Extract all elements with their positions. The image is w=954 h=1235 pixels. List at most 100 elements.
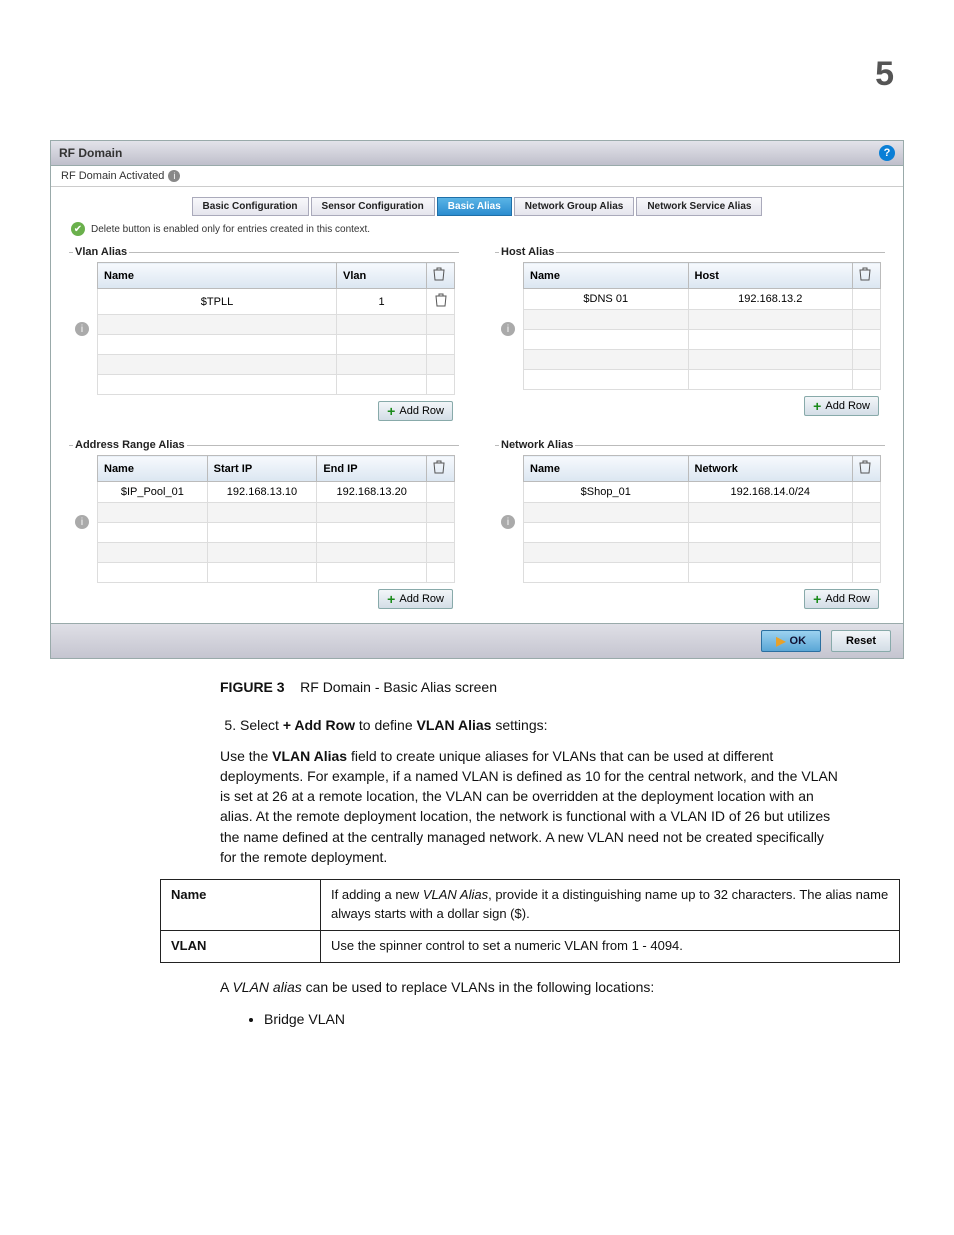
cell-start-ip: 192.168.13.10: [207, 482, 317, 503]
table-row: [98, 375, 455, 395]
table-row: [524, 310, 881, 330]
add-row-button[interactable]: +Add Row: [804, 589, 879, 609]
info-icon[interactable]: i: [75, 515, 89, 529]
tab-basic-configuration[interactable]: Basic Configuration: [192, 197, 309, 216]
add-row-label: Add Row: [825, 400, 870, 412]
table-row: [524, 350, 881, 370]
table-row: [98, 355, 455, 375]
page-number: 5: [875, 55, 894, 94]
col-network[interactable]: Network: [688, 456, 853, 482]
table-row: [524, 503, 881, 523]
col-end-ip[interactable]: End IP: [317, 456, 427, 482]
col-name[interactable]: Name: [98, 456, 208, 482]
ok-button[interactable]: ▶OK: [761, 630, 821, 652]
t: + Add Row: [283, 717, 355, 733]
add-row-button[interactable]: + Add Row: [378, 401, 453, 421]
table-row: [98, 563, 455, 583]
cell-host: 192.168.13.2: [688, 289, 853, 310]
figure-caption-text: RF Domain - Basic Alias screen: [300, 679, 497, 695]
figure-label: FIGURE 3: [220, 679, 285, 695]
col-start-ip[interactable]: Start IP: [207, 456, 317, 482]
reset-button[interactable]: Reset: [831, 630, 891, 652]
app-footer: ▶OK Reset: [51, 623, 903, 658]
fielddef-desc: If adding a new VLAN Alias, provide it a…: [321, 880, 900, 931]
table-row[interactable]: $IP_Pool_01 192.168.13.10 192.168.13.20: [98, 482, 455, 503]
table-row: [98, 503, 455, 523]
col-delete: [427, 456, 455, 482]
delete-note-text: Delete button is enabled only for entrie…: [91, 224, 370, 235]
info-icon[interactable]: i: [501, 322, 515, 336]
tab-network-service-alias[interactable]: Network Service Alias: [636, 197, 762, 216]
table-row[interactable]: $DNS 01 192.168.13.2: [524, 289, 881, 310]
col-host[interactable]: Host: [688, 263, 853, 289]
table-row: [524, 523, 881, 543]
cell-end-ip: 192.168.13.20: [317, 482, 427, 503]
help-icon[interactable]: ?: [879, 145, 895, 161]
step-5: Select + Add Row to define VLAN Alias se…: [240, 715, 844, 735]
t: to define: [359, 717, 413, 733]
cell-name: $DNS 01: [524, 289, 689, 310]
trash-icon: [433, 460, 445, 474]
network-alias-legend: Network Alias: [499, 439, 575, 451]
table-row: [524, 563, 881, 583]
fielddef-label: VLAN: [161, 931, 321, 963]
fielddef-label: Name: [161, 880, 321, 931]
bullet-list: Bridge VLAN: [250, 1009, 844, 1029]
table-row: [98, 543, 455, 563]
add-row-label: Add Row: [399, 405, 444, 417]
trash-icon[interactable]: [435, 293, 447, 307]
t: field to create unique aliases for VLANs…: [220, 748, 838, 865]
add-row-label: Add Row: [825, 593, 870, 605]
add-row-button[interactable]: +Add Row: [378, 589, 453, 609]
table-row: [98, 335, 455, 355]
col-vlan[interactable]: Vlan: [337, 263, 427, 289]
tab-sensor-configuration[interactable]: Sensor Configuration: [311, 197, 435, 216]
paragraph: A VLAN alias can be used to replace VLAN…: [220, 977, 844, 997]
host-alias-section: Host Alias i Name Host: [495, 246, 885, 421]
t: Use the: [220, 748, 268, 764]
info-icon[interactable]: i: [168, 170, 180, 182]
step-list: Select + Add Row to define VLAN Alias se…: [220, 715, 844, 735]
table-row: [524, 543, 881, 563]
app-title: RF Domain: [59, 146, 122, 160]
table-row[interactable]: $TPLL 1: [98, 289, 455, 315]
trash-icon: [859, 460, 871, 474]
address-range-alias-legend: Address Range Alias: [73, 439, 187, 451]
vlan-alias-section: Vlan Alias i Name Vlan: [69, 246, 459, 421]
t: VLAN Alias: [272, 748, 347, 764]
tab-basic-alias[interactable]: Basic Alias: [437, 197, 512, 216]
network-alias-section: Network Alias i Name Network: [495, 439, 885, 609]
t: VLAN Alias: [423, 887, 488, 902]
table-row: [524, 330, 881, 350]
trash-icon: [433, 267, 445, 281]
cell-name: $IP_Pool_01: [98, 482, 208, 503]
t: settings:: [495, 717, 547, 733]
subbar-text: RF Domain Activated: [61, 170, 164, 182]
figure-caption: FIGURE 3 RF Domain - Basic Alias screen: [220, 677, 844, 697]
bullet-item: Bridge VLAN: [264, 1009, 844, 1029]
cell-name: $Shop_01: [524, 482, 689, 503]
t: Select: [240, 717, 279, 733]
add-row-button[interactable]: +Add Row: [804, 396, 879, 416]
col-name[interactable]: Name: [98, 263, 337, 289]
vlan-alias-legend: Vlan Alias: [73, 246, 129, 258]
app-subbar: RF Domain Activated i: [51, 166, 903, 187]
col-name[interactable]: Name: [524, 263, 689, 289]
col-delete: [853, 263, 881, 289]
col-name[interactable]: Name: [524, 456, 689, 482]
info-icon[interactable]: i: [75, 322, 89, 336]
t: VLAN alias: [232, 979, 301, 995]
plus-icon: +: [387, 404, 395, 418]
t: can be used to replace VLANs in the foll…: [306, 979, 655, 995]
tabs: Basic Configuration Sensor Configuration…: [51, 187, 903, 220]
table-row[interactable]: $Shop_01 192.168.14.0/24: [524, 482, 881, 503]
address-range-alias-section: Address Range Alias i Name Start IP End …: [69, 439, 459, 609]
col-delete: [853, 456, 881, 482]
app-panel: RF Domain ? RF Domain Activated i Basic …: [50, 140, 904, 659]
t: If adding a new: [331, 887, 419, 902]
tab-network-group-alias[interactable]: Network Group Alias: [514, 197, 635, 216]
info-icon[interactable]: i: [501, 515, 515, 529]
delete-note-row: ✔ Delete button is enabled only for entr…: [51, 220, 903, 242]
host-alias-legend: Host Alias: [499, 246, 556, 258]
address-range-alias-table: Name Start IP End IP $IP_Pool_01 192.168…: [97, 455, 455, 583]
